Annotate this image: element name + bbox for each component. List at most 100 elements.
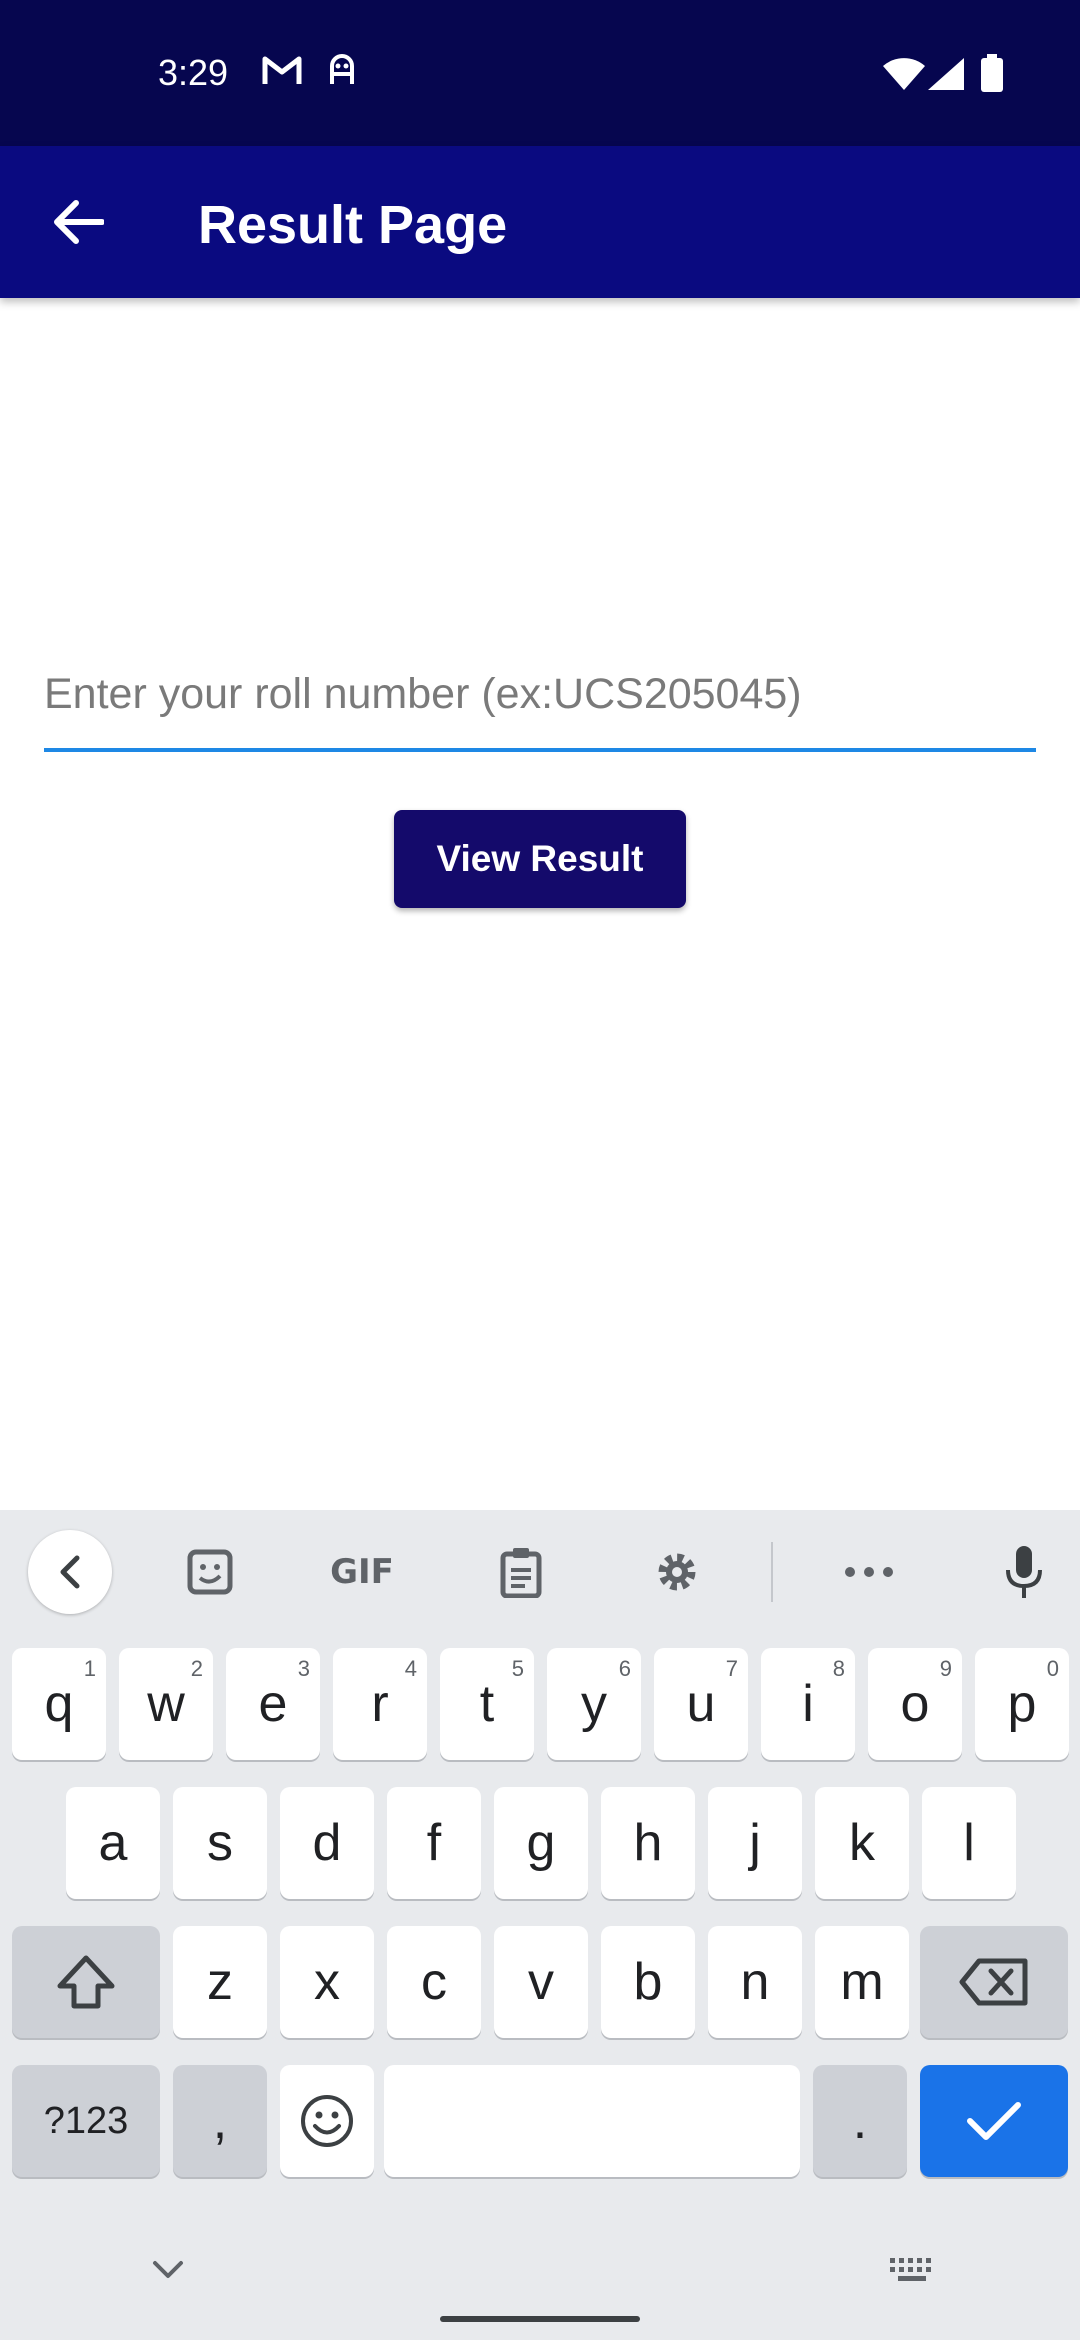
key-hint: 6: [618, 1656, 631, 1681]
more-horizontal-icon: [845, 1567, 893, 1577]
clipboard-icon: [500, 1548, 542, 1598]
keyboard-collapse-button[interactable]: [28, 1530, 112, 1614]
microphone-icon: [1006, 1546, 1042, 1598]
key-hint: 2: [190, 1656, 203, 1681]
app-bar: Result Page: [0, 146, 1080, 298]
key-label: i: [802, 1675, 814, 1733]
key-label: g: [526, 1814, 556, 1872]
key-hint: 8: [832, 1656, 845, 1681]
back-button[interactable]: [40, 184, 116, 260]
key-label: c: [421, 1953, 447, 2011]
key-c[interactable]: c: [387, 1926, 481, 2038]
keyboard-icon: [890, 2258, 931, 2281]
key-label: k: [849, 1814, 875, 1872]
done-key[interactable]: [920, 2065, 1068, 2177]
shift-key[interactable]: [12, 1926, 160, 2038]
key-label: d: [312, 1814, 342, 1872]
chevron-down-icon: [153, 2261, 183, 2278]
key-label: o: [900, 1675, 930, 1733]
key-s[interactable]: s: [173, 1787, 267, 1899]
chevron-left-icon: [60, 1555, 80, 1589]
backspace-key[interactable]: [920, 1926, 1068, 2038]
key-w[interactable]: w2: [119, 1648, 213, 1760]
key-label: b: [633, 1953, 663, 2011]
settings-button[interactable]: [635, 1530, 719, 1614]
view-result-button[interactable]: View Result: [394, 810, 686, 908]
key-label: x: [314, 1953, 340, 2011]
space-key[interactable]: [384, 2065, 800, 2177]
key-o[interactable]: o9: [868, 1648, 962, 1760]
key-label: z: [207, 1953, 233, 2011]
toolbar-divider: [771, 1542, 773, 1602]
period-key[interactable]: .: [813, 2065, 907, 2177]
status-bar: 3:29: [0, 0, 1080, 146]
arrow-left-icon: [54, 200, 104, 244]
gif-button[interactable]: GIF: [320, 1530, 404, 1614]
key-label: e: [258, 1675, 288, 1733]
more-button[interactable]: [827, 1530, 911, 1614]
sticker-button[interactable]: [168, 1530, 252, 1614]
key-d[interactable]: d: [280, 1787, 374, 1899]
key-label: ,: [212, 2092, 228, 2150]
voice-input-button[interactable]: [982, 1530, 1066, 1614]
gmail-icon: [262, 54, 302, 91]
backspace-icon: [959, 1958, 1028, 2006]
keyboard-toolbar: GIF: [0, 1510, 1080, 1630]
key-x[interactable]: x: [280, 1926, 374, 2038]
key-label: u: [686, 1675, 716, 1733]
key-g[interactable]: g: [494, 1787, 588, 1899]
ghost-icon: [326, 54, 358, 93]
key-hint: 5: [511, 1656, 524, 1681]
key-k[interactable]: k: [815, 1787, 909, 1899]
wifi-icon: [883, 58, 925, 95]
key-p[interactable]: p0: [975, 1648, 1069, 1760]
comma-key[interactable]: ,: [173, 2065, 267, 2177]
key-m[interactable]: m: [815, 1926, 909, 2038]
key-r[interactable]: r4: [333, 1648, 427, 1760]
key-label: a: [98, 1814, 128, 1872]
key-v[interactable]: v: [494, 1926, 588, 2038]
key-label: r: [371, 1675, 389, 1733]
key-hint: 4: [404, 1656, 417, 1681]
key-a[interactable]: a: [66, 1787, 160, 1899]
key-q[interactable]: q1: [12, 1648, 106, 1760]
battery-icon: [980, 54, 1004, 97]
key-label: l: [963, 1814, 975, 1872]
key-label: j: [749, 1814, 761, 1872]
key-h[interactable]: h: [601, 1787, 695, 1899]
home-indicator[interactable]: [440, 2316, 640, 2322]
key-u[interactable]: u7: [654, 1648, 748, 1760]
key-hint: 7: [725, 1656, 738, 1681]
signal-icon: [928, 58, 964, 95]
key-label: s: [207, 1814, 233, 1872]
key-e[interactable]: e3: [226, 1648, 320, 1760]
key-hint: 1: [83, 1656, 96, 1681]
key-b[interactable]: b: [601, 1926, 695, 2038]
key-z[interactable]: z: [173, 1926, 267, 2038]
key-f[interactable]: f: [387, 1787, 481, 1899]
emoji-key[interactable]: [280, 2065, 374, 2177]
status-time: 3:29: [158, 52, 229, 93]
key-label: .: [852, 2092, 868, 2150]
key-label: q: [44, 1675, 74, 1733]
key-label: n: [740, 1953, 770, 2011]
soft-keyboard: GIF q1 w2 e3 r4 t5 y6 u7 i8 o9 p0 a s d …: [0, 1510, 1080, 2340]
key-hint: 3: [297, 1656, 310, 1681]
key-y[interactable]: y6: [547, 1648, 641, 1760]
key-l[interactable]: l: [922, 1787, 1016, 1899]
clipboard-button[interactable]: [479, 1530, 563, 1614]
hide-keyboard-button[interactable]: [128, 2240, 208, 2300]
key-label: t: [479, 1675, 495, 1733]
key-i[interactable]: i8: [761, 1648, 855, 1760]
symbols-key[interactable]: ?123: [12, 2065, 160, 2177]
key-n[interactable]: n: [708, 1926, 802, 2038]
shift-icon: [57, 1955, 115, 2009]
checkmark-icon: [967, 2102, 1021, 2140]
key-hint: 0: [1046, 1656, 1059, 1681]
switch-keyboard-button[interactable]: [872, 2240, 952, 2300]
key-j[interactable]: j: [708, 1787, 802, 1899]
key-t[interactable]: t5: [440, 1648, 534, 1760]
key-label: p: [1007, 1675, 1037, 1733]
roll-number-input[interactable]: [44, 640, 1036, 752]
key-label: v: [528, 1953, 554, 2011]
